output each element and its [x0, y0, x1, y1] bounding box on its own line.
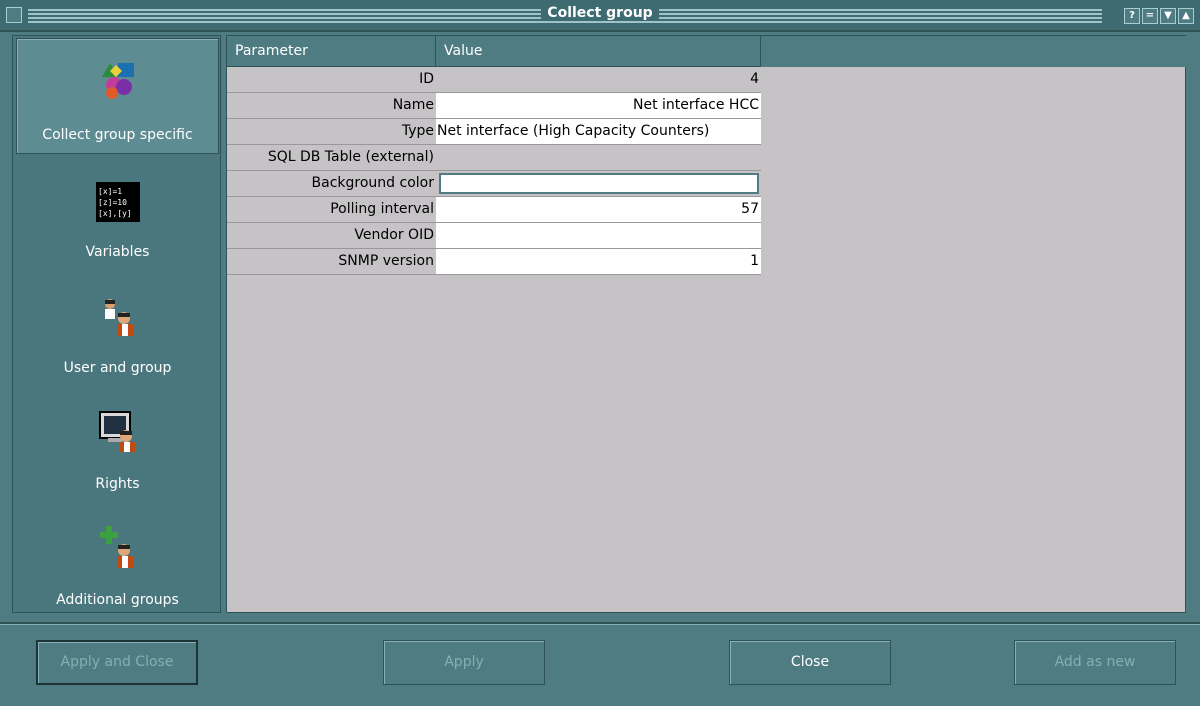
sidebar-item-variables[interactable]: [x]=1 [z]=10 [x],[y] Variables — [16, 156, 219, 272]
parameter-cell: Polling interval — [227, 197, 436, 223]
bottom-separator — [0, 622, 1200, 625]
parameter-cell: Vendor OID — [227, 223, 436, 249]
variables-icon: [x]=1 [z]=10 [x],[y] — [95, 182, 140, 222]
table-row: Background color — [227, 171, 761, 197]
table-row: ID 4 — [227, 67, 761, 93]
value-cell-vendor-oid[interactable] — [436, 223, 761, 249]
shade-button[interactable]: = — [1142, 8, 1158, 24]
value-cell-type[interactable]: Net interface (High Capacity Counters) — [436, 119, 761, 145]
table-row: Vendor OID — [227, 223, 761, 249]
user-group-icon — [104, 299, 133, 336]
sidebar-item-additional-groups[interactable]: Additional groups — [16, 504, 219, 620]
help-button[interactable]: ? — [1124, 8, 1140, 24]
table-row: Polling interval 57 — [227, 197, 761, 223]
sidebar-item-label: Additional groups — [56, 592, 179, 608]
add-group-icon — [99, 526, 133, 568]
value-cell-id: 4 — [436, 67, 761, 93]
parameter-cell: ID — [227, 67, 436, 93]
title-bar-stripes — [28, 9, 1102, 23]
table-row: Type Net interface (High Capacity Counte… — [227, 119, 761, 145]
title-bar[interactable]: Collect group ? = ▼ ▲ — [0, 0, 1200, 32]
column-header-value[interactable]: Value — [436, 36, 761, 67]
value-cell-snmp-version[interactable]: 1 — [436, 249, 761, 275]
sidebar-item-label: User and group — [63, 360, 172, 376]
value-cell-name[interactable]: Net interface HCC — [436, 93, 761, 119]
sidebar-item-label: Collect group specific — [42, 127, 193, 143]
rights-icon — [98, 411, 135, 452]
svg-text:[x]=1: [x]=1 — [98, 187, 122, 196]
maximize-button[interactable]: ▲ — [1178, 8, 1194, 24]
sidebar-item-label: Variables — [85, 244, 150, 260]
parameter-cell: Type — [227, 119, 436, 145]
table-header: Parameter Value — [227, 36, 1187, 67]
svg-text:[z]=10: [z]=10 — [98, 198, 127, 207]
parameter-cell: SNMP version — [227, 249, 436, 275]
sidebar-item-user-and-group[interactable]: User and group — [16, 272, 219, 388]
table-row: Name Net interface HCC — [227, 93, 761, 119]
apply-and-close-button[interactable]: Apply and Close — [36, 640, 198, 685]
background-color-input[interactable] — [439, 173, 759, 194]
window-menu-button[interactable] — [6, 7, 22, 23]
sidebar-item-rights[interactable]: Rights — [16, 388, 219, 504]
table-row: SQL DB Table (external) — [227, 145, 761, 171]
minimize-button[interactable]: ▼ — [1160, 8, 1176, 24]
sidebar: Collect group specific [x]=1 [z]=10 [x],… — [12, 35, 221, 613]
apply-button[interactable]: Apply — [383, 640, 545, 685]
sidebar-item-collect-group-specific[interactable]: Collect group specific — [16, 38, 219, 154]
value-cell-sql-db-table — [436, 145, 761, 171]
parameter-cell: Name — [227, 93, 436, 119]
sidebar-item-label: Rights — [95, 476, 140, 492]
value-cell-polling-interval[interactable]: 57 — [436, 197, 761, 223]
close-button[interactable]: Close — [729, 640, 891, 685]
add-as-new-button[interactable]: Add as new — [1014, 640, 1176, 685]
parameters-table: Parameter Value ID 4 Name Net interface … — [226, 35, 1187, 613]
column-header-parameter[interactable]: Parameter — [227, 36, 436, 67]
svg-text:[x],[y]: [x],[y] — [98, 209, 132, 218]
table-row: SNMP version 1 — [227, 249, 761, 275]
shapes-icon — [101, 63, 134, 99]
parameter-cell: SQL DB Table (external) — [227, 145, 436, 171]
parameter-cell: Background color — [227, 171, 436, 197]
